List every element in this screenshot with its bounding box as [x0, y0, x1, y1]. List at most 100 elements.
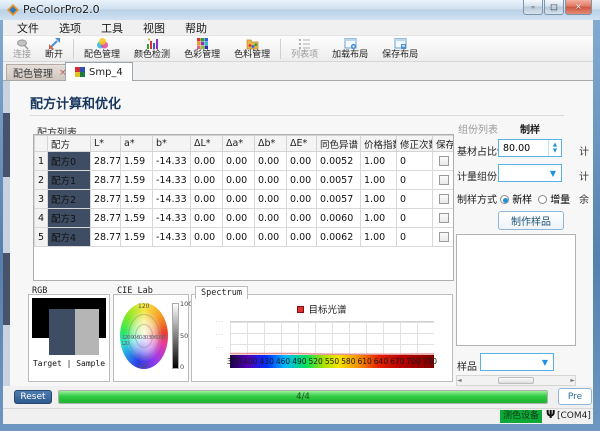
- tab-smp4[interactable]: Smp_4: [65, 62, 133, 81]
- menu-tools[interactable]: 工具: [91, 19, 133, 37]
- col-header[interactable]: ΔL*: [191, 136, 223, 152]
- color-match-manage-button[interactable]: 配色管理: [77, 36, 127, 62]
- value-cell: 0.00: [287, 228, 317, 247]
- col-header[interactable]: a*: [121, 136, 153, 152]
- spinner-arrows[interactable]: ▲▼: [548, 140, 561, 156]
- component-label: 计量组份: [457, 168, 497, 183]
- load-layout-button[interactable]: 加载布局: [325, 36, 375, 62]
- value-cell: 1.59: [121, 228, 153, 247]
- toolbar-label: 断开: [45, 50, 63, 60]
- colorant-manage-button[interactable]: 色料管理: [227, 36, 277, 62]
- color-detect-button[interactable]: 颜色检测: [127, 36, 177, 62]
- connect-button[interactable]: 连接: [6, 36, 38, 62]
- radio-increment[interactable]: 增量: [538, 191, 570, 206]
- list-items-button[interactable]: 列表项: [284, 36, 325, 62]
- save-checkbox[interactable]: [439, 175, 449, 185]
- menu-options[interactable]: 选项: [49, 19, 91, 37]
- pre-button[interactable]: Pre: [558, 388, 592, 405]
- dropdown-arrow-icon[interactable]: ▼: [537, 358, 553, 367]
- close-button[interactable]: ×: [565, 0, 592, 15]
- x-tick: 430: [260, 357, 274, 366]
- tab-component-list[interactable]: 组份列表: [458, 121, 498, 136]
- save-checkbox[interactable]: [439, 194, 449, 204]
- lightness-bar: [172, 303, 179, 369]
- collapsed-panel-strip[interactable]: [3, 81, 10, 386]
- menu-file[interactable]: 文件: [7, 19, 49, 37]
- tab-make-sample[interactable]: 制样: [520, 121, 540, 136]
- x-tick: 700: [406, 357, 420, 366]
- toolbar-label: 配色管理: [84, 50, 120, 60]
- sample-dropdown[interactable]: ▼: [480, 353, 554, 371]
- minimize-button[interactable]: –: [523, 0, 543, 15]
- dropdown-arrow-icon[interactable]: ▼: [545, 169, 561, 178]
- col-header[interactable]: 配方: [48, 136, 91, 152]
- scroll-right-icon[interactable]: ►: [570, 377, 575, 384]
- col-header[interactable]: L*: [91, 136, 121, 152]
- value-cell: 0: [397, 209, 433, 228]
- col-header[interactable]: 修正次数: [397, 136, 433, 152]
- scroll-left-icon[interactable]: ◄: [457, 377, 462, 384]
- radio-icon: [538, 195, 547, 204]
- col-header[interactable]: Δa*: [223, 136, 255, 152]
- save-checkbox[interactable]: [439, 213, 449, 223]
- table-header-row: 配方 L* a* b* ΔL* Δa* Δb* ΔE* 同色异谱 价格指数 修正…: [35, 136, 455, 152]
- value-cell: 1.00: [361, 190, 397, 209]
- value-cell: 1.59: [121, 152, 153, 171]
- value-cell: 0.00: [287, 190, 317, 209]
- component-listbox[interactable]: [456, 234, 576, 346]
- save-checkbox[interactable]: [439, 156, 449, 166]
- x-tick: 730: [423, 357, 437, 366]
- value-cell: 0.00: [223, 171, 255, 190]
- value-cell: 28.77: [91, 190, 121, 209]
- col-header[interactable]: b*: [153, 136, 191, 152]
- value-cell: 0: [397, 228, 433, 247]
- x-tick: 550: [325, 357, 339, 366]
- value-cell: 28.77: [91, 228, 121, 247]
- maximize-button[interactable]: □: [544, 0, 564, 15]
- rgb-panel: Target | Sample: [28, 294, 110, 382]
- color-manage-button[interactable]: 色彩管理: [177, 36, 227, 62]
- table-row[interactable]: 3配方228.771.59-14.330.000.000.000.000.005…: [35, 190, 455, 209]
- tab-color-match-manage[interactable]: 配色管理 ×: [6, 64, 74, 80]
- doc-tabbar: 配色管理 × Smp_4: [3, 62, 593, 81]
- spin-down-icon[interactable]: ▼: [553, 148, 557, 154]
- sample-swatch-icon: [75, 67, 85, 77]
- substrate-input[interactable]: [499, 141, 548, 155]
- spectrum-tab[interactable]: Spectrum: [195, 286, 248, 299]
- value-cell: 0.00: [255, 209, 287, 228]
- table-row[interactable]: 1配方028.771.59-14.330.000.000.000.000.005…: [35, 152, 455, 171]
- value-cell: 1.59: [121, 190, 153, 209]
- substrate-spinner[interactable]: ▲▼: [498, 139, 562, 157]
- table-row[interactable]: 4配方328.771.59-14.330.000.000.000.000.006…: [35, 209, 455, 228]
- value-cell: 0.0062: [317, 228, 361, 247]
- menu-view[interactable]: 视图: [133, 19, 175, 37]
- toolbar-label: 色彩管理: [184, 50, 220, 60]
- make-sample-button[interactable]: 制作样品: [498, 211, 564, 230]
- value-cell: 0.00: [255, 228, 287, 247]
- menu-help[interactable]: 帮助: [175, 19, 217, 37]
- col-header[interactable]: Δb*: [255, 136, 287, 152]
- toolbar-label: 颜色检测: [134, 50, 170, 60]
- table-row[interactable]: 5配方428.771.59-14.330.000.000.000.000.006…: [35, 228, 455, 247]
- value-cell: -14.33: [153, 152, 191, 171]
- col-header[interactable]: 价格指数: [361, 136, 397, 152]
- component-dropdown[interactable]: ▼: [498, 164, 562, 182]
- col-header[interactable]: ΔE*: [287, 136, 317, 152]
- save-checkbox[interactable]: [439, 232, 449, 242]
- horizontal-scrollbar[interactable]: ◄ ►: [456, 375, 576, 386]
- radio-new-sample[interactable]: 新样: [500, 191, 532, 206]
- app-icon: [7, 4, 19, 16]
- col-header[interactable]: 保存: [433, 136, 455, 152]
- value-cell: 0.00: [255, 171, 287, 190]
- save-layout-button[interactable]: 保存布局: [375, 36, 425, 62]
- table-row[interactable]: 2配方128.771.59-14.330.000.000.000.000.005…: [35, 171, 455, 190]
- reset-button[interactable]: Reset: [14, 390, 52, 404]
- scroll-thumb[interactable]: [498, 377, 534, 384]
- col-header[interactable]: 同色异谱: [317, 136, 361, 152]
- formula-name-cell: 配方0: [48, 152, 91, 171]
- titlebar: PeColorPro2.0: [0, 0, 600, 20]
- disconnect-button[interactable]: 断开: [38, 36, 70, 62]
- value-cell: 0.00: [255, 152, 287, 171]
- cielab-panel: 120 -120-90-60-30 30 60 90 120 -120 100 …: [113, 294, 189, 382]
- device-status-badge: 测色设备: [500, 410, 542, 423]
